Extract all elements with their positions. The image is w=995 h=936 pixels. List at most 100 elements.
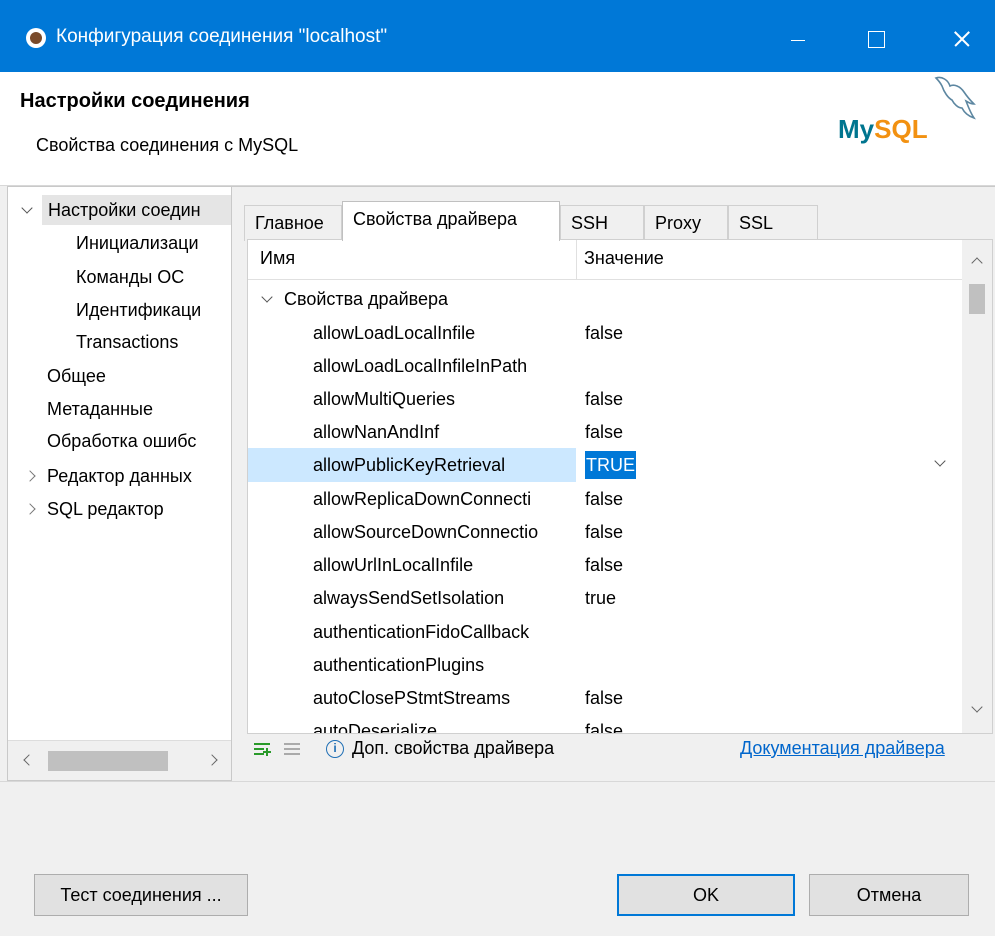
dialog-header: Настройки соединения Свойства соединения… — [0, 72, 995, 186]
ok-button[interactable]: OK — [617, 874, 795, 916]
property-value[interactable]: true — [585, 581, 616, 615]
tree-item-label: Настройки соедин — [48, 200, 201, 220]
property-value[interactable]: false — [585, 714, 623, 733]
scroll-right-icon[interactable] — [208, 755, 218, 765]
tab-ssl[interactable]: SSL — [728, 205, 818, 241]
tree-item-error-handling[interactable]: Обработка ошибс — [47, 426, 196, 456]
tree-item-label: Transactions — [76, 332, 179, 352]
tree-item-label: SQL редактор — [47, 499, 164, 519]
table-row[interactable]: allowSourceDownConnectio false — [248, 515, 962, 549]
tab-main[interactable]: Главное — [244, 205, 342, 241]
property-value[interactable]: false — [585, 415, 623, 449]
property-name: allowPublicKeyRetrieval — [313, 455, 506, 475]
tree-item-os-commands[interactable]: Команды ОС — [76, 262, 184, 292]
property-value-editor[interactable]: TRUE — [585, 451, 636, 479]
tab-driver-properties[interactable]: Свойства драйвера — [342, 201, 560, 241]
table-row[interactable]: authenticationPlugins — [248, 648, 962, 682]
chevron-right-icon[interactable] — [25, 469, 39, 483]
tree-item-label: Команды ОС — [76, 267, 185, 287]
close-icon[interactable] — [938, 0, 984, 72]
tree-item-label: Редактор данных — [47, 466, 192, 486]
tree-item-transactions[interactable]: Transactions — [76, 327, 178, 357]
scrollbar-thumb[interactable] — [48, 751, 168, 771]
property-name: allowLoadLocalInfileInPath — [313, 356, 528, 376]
remove-property-icon[interactable] — [284, 743, 302, 757]
dolphin-icon — [934, 76, 976, 120]
property-name: autoClosePStmtStreams — [313, 688, 511, 708]
tree-item-connection-settings[interactable]: Настройки соедин — [42, 195, 231, 225]
property-value[interactable]: false — [585, 548, 623, 582]
extra-driver-properties-label[interactable]: Доп. свойства драйвера — [352, 738, 554, 759]
scroll-left-icon[interactable] — [22, 755, 32, 765]
column-value-header[interactable]: Значение — [584, 248, 664, 269]
tree-item-data-editor[interactable]: Редактор данных — [47, 461, 192, 491]
minimize-icon[interactable] — [775, 0, 821, 72]
table-row[interactable]: allowNanAndInf false — [248, 415, 962, 449]
tree-item-label: Общее — [47, 366, 106, 386]
table-row[interactable]: allowLoadLocalInfileInPath — [248, 349, 962, 383]
driver-properties-table[interactable]: Имя Значение Свойства драйвера allowLoad… — [247, 239, 993, 734]
table-row[interactable]: allowMultiQueries false — [248, 382, 962, 416]
table-row[interactable]: autoClosePStmtStreams false — [248, 681, 962, 715]
mysql-logo: MySQL — [838, 72, 988, 152]
scrollbar-thumb[interactable] — [969, 284, 985, 314]
tree-item-identification[interactable]: Идентификаци — [76, 295, 201, 325]
tree-item-sql-editor[interactable]: SQL редактор — [47, 494, 164, 524]
table-row-selected[interactable]: allowPublicKeyRetrieval TRUE — [248, 448, 962, 482]
tree-item-initialization[interactable]: Инициализаци — [76, 228, 199, 258]
chevron-down-icon[interactable] — [20, 203, 34, 217]
tree-horizontal-scrollbar[interactable] — [8, 740, 231, 780]
divider — [0, 781, 995, 782]
table-row[interactable]: allowUrlInLocalInfile false — [248, 548, 962, 582]
property-name: allowNanAndInf — [313, 422, 440, 442]
tab-ssh[interactable]: SSH — [560, 205, 644, 241]
logo-my: My — [838, 114, 875, 144]
title-bar[interactable]: Конфигурация соединения "localhost" — [0, 0, 995, 72]
chevron-right-icon[interactable] — [25, 502, 39, 516]
property-value[interactable]: false — [585, 316, 623, 350]
property-name: autoDeserialize — [313, 721, 438, 734]
property-value[interactable]: false — [585, 681, 623, 715]
table-header: Имя Значение — [248, 240, 962, 280]
property-name: allowUrlInLocalInfile — [313, 555, 474, 575]
cancel-button[interactable]: Отмена — [809, 874, 969, 916]
test-connection-button[interactable]: Тест соединения ... — [34, 874, 248, 916]
tree-item-metadata[interactable]: Метаданные — [47, 394, 153, 424]
chevron-down-icon[interactable] — [260, 292, 274, 306]
group-row[interactable]: Свойства драйвера — [248, 282, 962, 316]
table-row[interactable]: allowReplicaDownConnecti false — [248, 482, 962, 516]
tree-item-label: Инициализаци — [76, 233, 199, 253]
column-name-header[interactable]: Имя — [260, 248, 295, 269]
property-value[interactable]: false — [585, 482, 623, 516]
settings-tree[interactable]: Настройки соедин Инициализаци Команды ОС… — [7, 186, 232, 781]
table-row[interactable]: allowLoadLocalInfile false — [248, 316, 962, 350]
property-name: allowSourceDownConnectio — [313, 522, 539, 542]
driver-documentation-link[interactable]: Документация драйвера — [740, 738, 945, 759]
add-property-icon[interactable] — [254, 743, 272, 757]
chevron-down-icon[interactable] — [932, 456, 948, 472]
property-name: alwaysSendSetIsolation — [313, 588, 505, 608]
tree-item-label: Обработка ошибс — [47, 431, 197, 451]
page-title: Настройки соединения — [20, 90, 250, 112]
group-label: Свойства драйвера — [284, 289, 449, 309]
table-row[interactable]: autoDeserialize false — [248, 714, 962, 734]
tree-item-label: Метаданные — [47, 399, 154, 419]
table-row[interactable]: authenticationFidoCallback — [248, 615, 962, 649]
tree-item-label: Идентификаци — [76, 300, 202, 320]
table-vertical-scrollbar[interactable] — [962, 240, 992, 733]
scroll-down-icon[interactable] — [972, 705, 982, 715]
property-value[interactable]: false — [585, 382, 623, 416]
scroll-up-icon[interactable] — [972, 256, 982, 266]
settings-content: Главное Свойства драйвера SSH Proxy SSL … — [232, 186, 995, 781]
maximize-icon[interactable] — [853, 0, 899, 72]
page-subtitle: Свойства соединения с MySQL — [36, 135, 299, 155]
property-name: allowLoadLocalInfile — [313, 323, 476, 343]
property-name: authenticationFidoCallback — [313, 622, 530, 642]
property-value[interactable]: false — [585, 515, 623, 549]
info-icon: i — [326, 740, 344, 758]
table-row[interactable]: alwaysSendSetIsolation true — [248, 581, 962, 615]
property-name: authenticationPlugins — [313, 655, 485, 675]
tab-proxy[interactable]: Proxy — [644, 205, 728, 241]
table-toolbar: i Доп. свойства драйвера Документация др… — [252, 735, 992, 765]
tree-item-general[interactable]: Общее — [47, 361, 106, 391]
